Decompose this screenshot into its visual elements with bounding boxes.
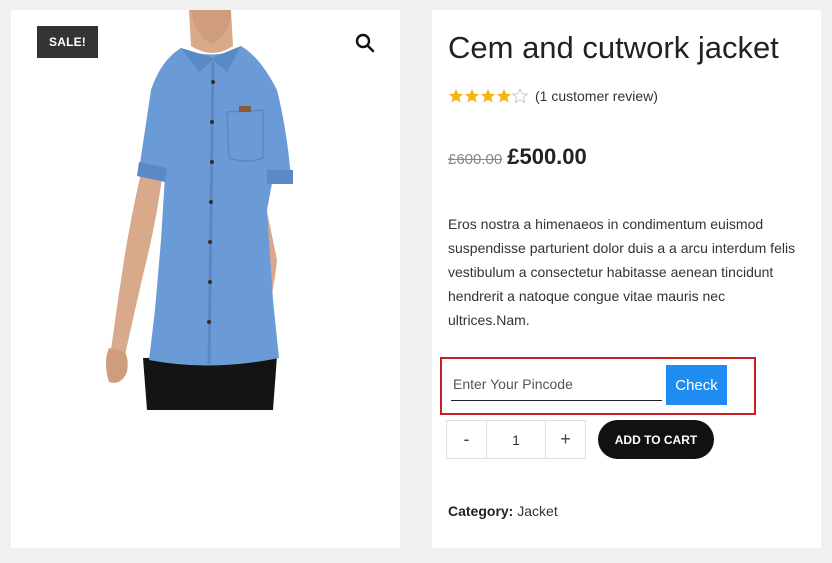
- search-icon[interactable]: [354, 32, 376, 54]
- product-image: [106, 10, 293, 410]
- product-category: Category: Jacket: [448, 503, 558, 519]
- quantity-increase-button[interactable]: +: [546, 421, 585, 458]
- check-pincode-button[interactable]: Check: [666, 365, 727, 405]
- pincode-checker: Check: [440, 357, 756, 415]
- star-icon: [480, 89, 496, 103]
- pincode-input[interactable]: [451, 368, 662, 401]
- product-gallery: SALE!: [11, 10, 400, 548]
- product-description: Eros nostra a himenaeos in condimentum e…: [448, 216, 796, 328]
- star-rating: [448, 88, 528, 104]
- sale-price: £500.00: [507, 144, 587, 169]
- product-rating: (1 customer review): [448, 88, 658, 104]
- category-link[interactable]: Jacket: [517, 503, 557, 519]
- star-icon: [448, 89, 464, 103]
- star-icon: [464, 89, 480, 103]
- product-title: Cem and cutwork jacket: [448, 30, 779, 65]
- category-label: Category:: [448, 503, 514, 519]
- old-price: £600.00: [448, 151, 503, 168]
- quantity-stepper: - 1 +: [446, 420, 586, 459]
- star-icon: [496, 89, 512, 103]
- review-link[interactable]: (1 customer review): [535, 88, 658, 104]
- add-to-cart-button[interactable]: ADD TO CART: [598, 420, 714, 459]
- sale-badge: SALE!: [37, 26, 98, 58]
- quantity-decrease-button[interactable]: -: [447, 421, 486, 458]
- star-icon: [512, 88, 528, 104]
- product-price: £600.00 £500.00: [448, 144, 587, 170]
- product-summary: Cem and cutwork jacket (1 customer revie…: [432, 10, 821, 548]
- quantity-input[interactable]: 1: [486, 421, 546, 458]
